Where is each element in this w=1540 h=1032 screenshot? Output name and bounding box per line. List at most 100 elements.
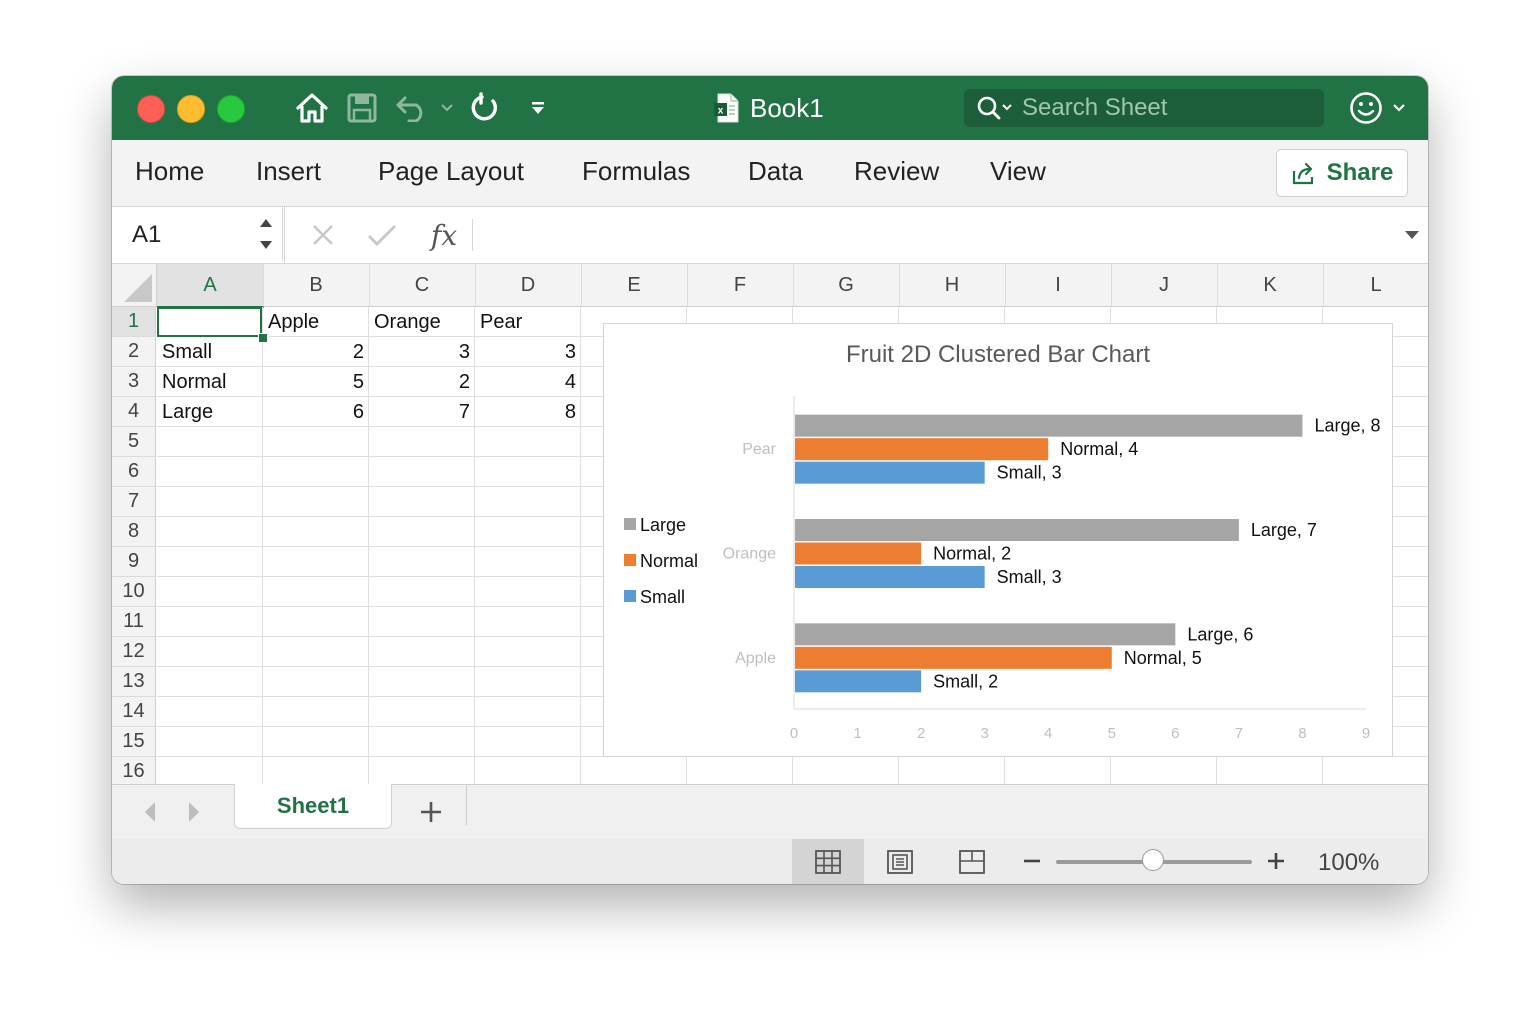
zoom-in-icon[interactable]	[1266, 851, 1286, 871]
bar-large-apple	[795, 623, 1176, 646]
minimize-window-button[interactable]	[177, 95, 205, 123]
next-sheet-icon[interactable]	[184, 799, 204, 825]
column-header-h[interactable]: H	[899, 264, 1006, 306]
cell-d1[interactable]: Pear	[475, 307, 581, 337]
close-window-button[interactable]	[137, 95, 165, 123]
row-header-2[interactable]: 2	[112, 337, 156, 367]
row-header-8[interactable]: 8	[112, 517, 156, 547]
title-bar: x Book1 Search Sheet	[112, 76, 1428, 140]
cell-d2[interactable]: 3	[475, 337, 581, 367]
row-header-5[interactable]: 5	[112, 427, 156, 457]
smiley-feedback-icon[interactable]	[1346, 90, 1386, 126]
column-header-b[interactable]: B	[263, 264, 370, 306]
column-header-c[interactable]: C	[369, 264, 476, 306]
row-header-16[interactable]: 16	[112, 757, 156, 784]
tab-view[interactable]: View	[990, 156, 1046, 187]
row-header-1[interactable]: 1	[112, 307, 156, 337]
row-header-7[interactable]: 7	[112, 487, 156, 517]
column-header-l[interactable]: L	[1323, 264, 1428, 306]
column-header-a[interactable]: A	[157, 264, 264, 308]
sheet-tab-bar: Sheet1	[112, 784, 1428, 840]
cancel-entry-icon[interactable]	[306, 217, 340, 253]
row-header-14[interactable]: 14	[112, 697, 156, 727]
row-header-15[interactable]: 15	[112, 727, 156, 757]
add-sheet-icon[interactable]	[416, 797, 446, 827]
tab-insert[interactable]: Insert	[256, 156, 321, 187]
name-box-stepper-icon[interactable]	[258, 215, 274, 253]
cell-c1[interactable]: Orange	[369, 307, 475, 337]
search-sheet-field[interactable]: Search Sheet	[964, 89, 1324, 127]
tab-home[interactable]: Home	[135, 156, 204, 187]
undo-dropdown-icon[interactable]	[438, 90, 456, 126]
cell-a3[interactable]: Normal	[157, 367, 263, 397]
sheet-tab-sheet1[interactable]: Sheet1	[234, 784, 392, 829]
tab-review[interactable]: Review	[854, 156, 939, 187]
cell-d3[interactable]: 4	[475, 367, 581, 397]
bar-chart[interactable]: Fruit 2D Clustered Bar Chart 0 1 2 3 4 5 6 7 8 9 Ap…	[603, 323, 1393, 757]
row-header-9[interactable]: 9	[112, 547, 156, 577]
x-tick-label: 7	[1235, 725, 1243, 742]
bar-normal-apple	[795, 646, 1112, 669]
column-header-i[interactable]: I	[1005, 264, 1112, 306]
cell-c3[interactable]: 2	[369, 367, 475, 397]
cell-c4[interactable]: 7	[369, 397, 475, 427]
zoom-level[interactable]: 100%	[1318, 849, 1379, 877]
row-header-10[interactable]: 10	[112, 577, 156, 607]
zoom-out-icon[interactable]	[1022, 851, 1042, 871]
column-header-d[interactable]: D	[475, 264, 582, 306]
category-label-orange: Orange	[723, 546, 776, 563]
column-header-g[interactable]: G	[793, 264, 900, 306]
name-box[interactable]: A1	[114, 207, 283, 261]
column-header-k[interactable]: K	[1217, 264, 1324, 306]
tab-page-layout[interactable]: Page Layout	[378, 156, 524, 187]
row-header-11[interactable]: 11	[112, 607, 156, 637]
cell-a4[interactable]: Large	[157, 397, 263, 427]
formula-bar: A1 fx	[112, 207, 1428, 264]
column-header-f[interactable]: F	[687, 264, 794, 306]
column-header-e[interactable]: E	[581, 264, 688, 306]
legend-label-large: Large	[640, 515, 686, 535]
data-label-normal-orange: Normal, 2	[933, 544, 1011, 564]
row-header-13[interactable]: 13	[112, 667, 156, 697]
x-tick-label: 0	[790, 725, 798, 742]
cell-d4[interactable]: 8	[475, 397, 581, 427]
cell-b4[interactable]: 6	[263, 397, 369, 427]
fill-handle[interactable]	[258, 333, 268, 343]
insert-function-icon[interactable]: fx	[424, 217, 464, 253]
column-header-j[interactable]: J	[1111, 264, 1218, 306]
tab-data[interactable]: Data	[748, 156, 803, 187]
data-label-large-apple: Large, 6	[1187, 624, 1253, 644]
save-icon[interactable]	[344, 90, 380, 126]
zoom-slider-knob[interactable]	[1142, 849, 1164, 871]
x-tick-label: 5	[1108, 725, 1116, 742]
search-icon	[977, 96, 1012, 120]
feedback-dropdown-icon[interactable]	[1390, 90, 1408, 126]
zoom-window-button[interactable]	[217, 95, 245, 123]
row-header-4[interactable]: 4	[112, 397, 156, 427]
svg-text:x: x	[718, 106, 724, 117]
page-break-view-icon[interactable]	[936, 839, 1008, 884]
page-layout-view-icon[interactable]	[864, 839, 936, 884]
cell-b2[interactable]: 2	[263, 337, 369, 367]
customize-toolbar-icon[interactable]	[526, 90, 550, 126]
home-icon[interactable]	[292, 90, 332, 126]
share-button[interactable]: Share	[1276, 149, 1408, 197]
confirm-entry-icon[interactable]	[364, 217, 400, 253]
cell-a2[interactable]: Small	[157, 337, 263, 367]
cell-b3[interactable]: 5	[263, 367, 369, 397]
formula-input[interactable]	[486, 217, 1386, 253]
active-cell-selection[interactable]	[157, 307, 262, 337]
tab-formulas[interactable]: Formulas	[582, 156, 690, 187]
expand-formula-icon[interactable]	[1400, 217, 1424, 253]
cell-b1[interactable]: Apple	[263, 307, 369, 337]
legend-label-normal: Normal	[640, 551, 698, 571]
row-header-6[interactable]: 6	[112, 457, 156, 487]
cell-c2[interactable]: 3	[369, 337, 475, 367]
select-all-corner[interactable]	[112, 264, 157, 306]
normal-view-icon[interactable]	[792, 839, 864, 884]
row-header-3[interactable]: 3	[112, 367, 156, 397]
undo-icon[interactable]	[394, 90, 430, 126]
row-header-12[interactable]: 12	[112, 637, 156, 667]
redo-icon[interactable]	[468, 90, 504, 126]
previous-sheet-icon[interactable]	[140, 799, 160, 825]
